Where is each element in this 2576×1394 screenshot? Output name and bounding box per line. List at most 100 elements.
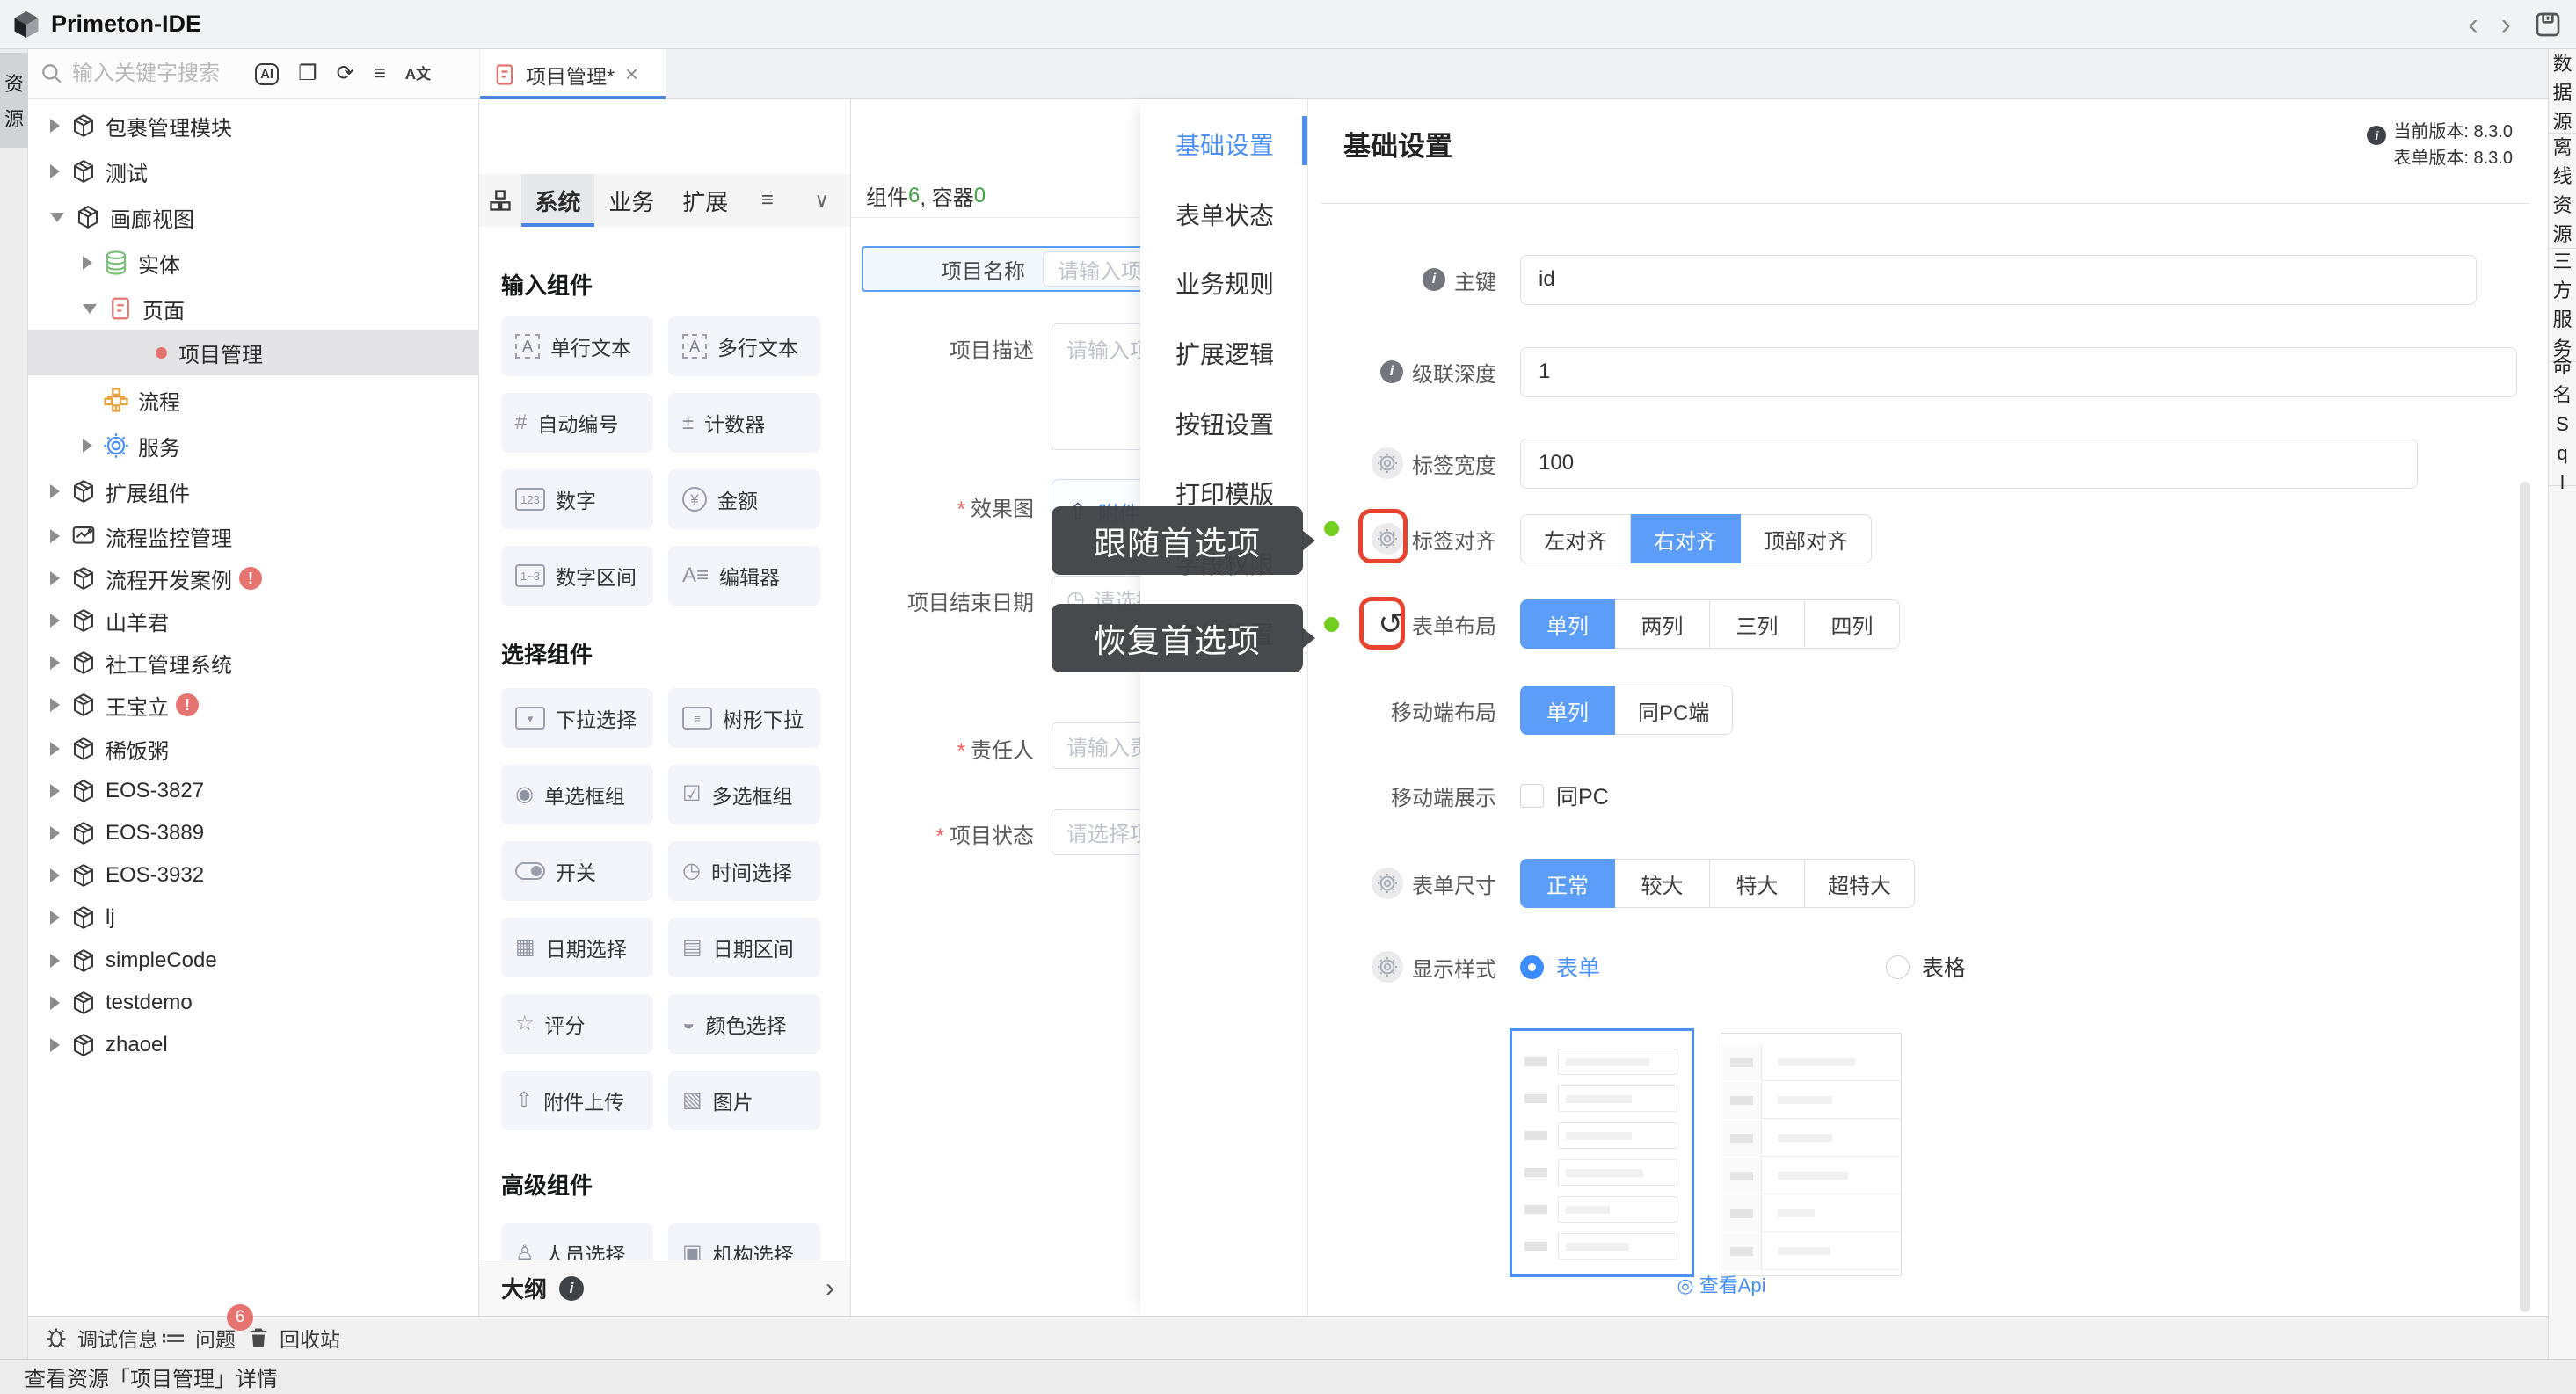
- caret-collapsed-icon[interactable]: [50, 571, 60, 585]
- palette-tab-业务[interactable]: 业务: [594, 174, 668, 227]
- outline-toggle-bar[interactable]: 大纲 i ›: [479, 1260, 850, 1316]
- tree-item-EOS-3932[interactable]: EOS-3932: [28, 854, 479, 897]
- right-rail-tab-2[interactable]: 离线资源: [2549, 134, 2576, 249]
- caret-collapsed-icon[interactable]: [50, 996, 60, 1010]
- segment-option-右对齐[interactable]: 右对齐: [1631, 514, 1741, 563]
- tree-item-流程开发案例[interactable]: 流程开发案例!: [28, 557, 479, 599]
- settings-menu-打印模版[interactable]: 打印模版: [1175, 476, 1274, 511]
- palette-item-自动编号[interactable]: #自动编号: [501, 393, 653, 453]
- palette-item-图片[interactable]: ▧图片: [668, 1071, 820, 1130]
- segment-option-三列[interactable]: 三列: [1710, 599, 1805, 649]
- bottom-toolbar-回收站[interactable]: 回收站: [246, 1317, 340, 1359]
- tree-item-流程监控管理[interactable]: 流程监控管理: [28, 515, 479, 557]
- caret-collapsed-icon[interactable]: [83, 439, 92, 453]
- tree-item-页面[interactable]: 页面: [28, 287, 479, 330]
- field-textarea-项目描述[interactable]: 请输入项目描述: [1052, 323, 1140, 450]
- tree-item-稀饭粥[interactable]: 稀饭粥: [28, 728, 479, 770]
- caret-collapsed-icon[interactable]: [50, 119, 60, 133]
- close-tab-icon[interactable]: ×: [625, 61, 638, 88]
- palette-item-数字[interactable]: 123数字: [501, 469, 653, 529]
- segment-option-特大[interactable]: 特大: [1710, 859, 1805, 908]
- nav-back-icon[interactable]: ‹: [2468, 10, 2478, 40]
- tree-item-服务[interactable]: 服务: [28, 425, 479, 467]
- segment-option-顶部对齐[interactable]: 顶部对齐: [1741, 514, 1872, 563]
- settings-menu-按钮设置[interactable]: 按钮设置: [1175, 406, 1274, 441]
- caret-collapsed-icon[interactable]: [83, 256, 92, 270]
- palette-item-金额[interactable]: ¥金额: [668, 469, 820, 529]
- translate-icon[interactable]: A文: [405, 67, 431, 82]
- settings-menu-基础设置[interactable]: 基础设置: [1175, 127, 1274, 162]
- setting-input-级联深度[interactable]: [1520, 347, 2517, 397]
- caret-collapsed-icon[interactable]: [50, 698, 60, 712]
- settings-menu-业务规则[interactable]: 业务规则: [1175, 265, 1274, 301]
- setting-input-主键[interactable]: [1520, 255, 2477, 305]
- palette-item-计数器[interactable]: ±计数器: [668, 393, 820, 453]
- segment-option-两列[interactable]: 两列: [1615, 599, 1710, 649]
- radio-option-表单[interactable]: 表单: [1520, 951, 1600, 983]
- palette-item-多行文本[interactable]: A多行文本: [668, 316, 820, 376]
- rail-tab-resources[interactable]: 资源: [0, 53, 28, 148]
- palette-item-日期选择[interactable]: ▦日期选择: [501, 918, 653, 977]
- settings-menu-扩展逻辑[interactable]: 扩展逻辑: [1175, 336, 1274, 371]
- tree-item-lj[interactable]: lj: [28, 897, 479, 939]
- tree-item-社工管理系统[interactable]: 社工管理系统: [28, 642, 479, 684]
- palette-category-icon[interactable]: [479, 174, 521, 227]
- palette-item-单选框组[interactable]: ◉单选框组: [501, 765, 653, 824]
- bottom-toolbar-问题[interactable]: ≔问题6: [160, 1317, 236, 1359]
- tree-item-画廊视图[interactable]: 画廊视图: [28, 196, 479, 238]
- tree-item-testdemo[interactable]: testdemo: [28, 982, 479, 1024]
- palette-item-下拉选择[interactable]: ▾下拉选择: [501, 688, 653, 748]
- tree-item-实体[interactable]: 实体: [28, 242, 479, 284]
- segment-option-正常[interactable]: 正常: [1520, 859, 1615, 908]
- settings-scrollbar[interactable]: [2520, 482, 2530, 1312]
- palette-filter-icon[interactable]: ≡: [742, 174, 792, 227]
- segment-option-单列[interactable]: 单列: [1520, 599, 1615, 649]
- caret-collapsed-icon[interactable]: [50, 826, 60, 840]
- tree-item-EOS-3827[interactable]: EOS-3827: [28, 770, 479, 812]
- tab-project-management[interactable]: 项目管理* ×: [480, 49, 666, 99]
- caret-expanded-icon[interactable]: [50, 213, 64, 222]
- save-icon[interactable]: [2534, 11, 2562, 39]
- refresh-icon[interactable]: ⟳: [337, 63, 354, 84]
- display-style-form-preview[interactable]: [1510, 1028, 1694, 1277]
- palette-item-颜色选择[interactable]: ◒颜色选择: [668, 994, 820, 1054]
- caret-expanded-icon[interactable]: [83, 304, 97, 314]
- caret-collapsed-icon[interactable]: [50, 614, 60, 628]
- caret-collapsed-icon[interactable]: [50, 868, 60, 882]
- caret-collapsed-icon[interactable]: [50, 911, 60, 925]
- palette-item-树形下拉[interactable]: ≡树形下拉: [668, 688, 820, 748]
- caret-collapsed-icon[interactable]: [50, 954, 60, 968]
- new-module-icon[interactable]: ❐: [298, 63, 317, 84]
- field-input[interactable]: 请输入项目名称: [1043, 251, 1140, 287]
- segment-option-左对齐[interactable]: 左对齐: [1520, 514, 1631, 563]
- tree-item-EOS-3889[interactable]: EOS-3889: [28, 812, 479, 854]
- palette-collapse-icon[interactable]: ∨: [792, 174, 851, 227]
- search-input[interactable]: [72, 62, 257, 86]
- bottom-toolbar-调试信息[interactable]: 调试信息: [44, 1317, 158, 1359]
- caret-collapsed-icon[interactable]: [50, 784, 60, 798]
- tree-item-扩展组件[interactable]: 扩展组件: [28, 470, 479, 512]
- field-project-name-selected[interactable]: 项目名称请输入项目名称: [862, 246, 1140, 292]
- settings-menu-表单状态[interactable]: 表单状态: [1175, 197, 1274, 232]
- tree-item-测试[interactable]: 测试: [28, 150, 479, 192]
- segment-option-超特大[interactable]: 超特大: [1805, 859, 1915, 908]
- caret-collapsed-icon[interactable]: [50, 484, 60, 498]
- radio-option-表格[interactable]: 表格: [1886, 951, 1966, 983]
- segment-option-同PC端[interactable]: 同PC端: [1615, 686, 1733, 735]
- right-rail-tab-1[interactable]: 数据源: [2549, 53, 2576, 134]
- ai-assistant-icon[interactable]: AI: [255, 63, 279, 85]
- palette-item-开关[interactable]: 开关: [501, 841, 653, 901]
- checkbox-同PC[interactable]: [1520, 784, 1544, 808]
- palette-item-评分[interactable]: ☆评分: [501, 994, 653, 1054]
- segment-option-较大[interactable]: 较大: [1615, 859, 1710, 908]
- field-select-项目状态[interactable]: 请选择项目状态: [1052, 809, 1140, 855]
- segment-option-单列[interactable]: 单列: [1520, 686, 1615, 735]
- display-style-table-preview[interactable]: [1721, 1033, 1902, 1276]
- palette-item-多选框组[interactable]: ☑多选框组: [668, 765, 820, 824]
- right-rail-tab-4[interactable]: 命名Sql: [2549, 363, 2576, 486]
- palette-tab-扩展[interactable]: 扩展: [668, 174, 742, 227]
- view-api-link[interactable]: ◎ 查看Api: [1625, 1270, 1818, 1298]
- palette-item-附件上传[interactable]: ⇧附件上传: [501, 1071, 653, 1130]
- tree-item-simpleCode[interactable]: simpleCode: [28, 940, 479, 982]
- tree-item-zhaoel[interactable]: zhaoel: [28, 1024, 479, 1066]
